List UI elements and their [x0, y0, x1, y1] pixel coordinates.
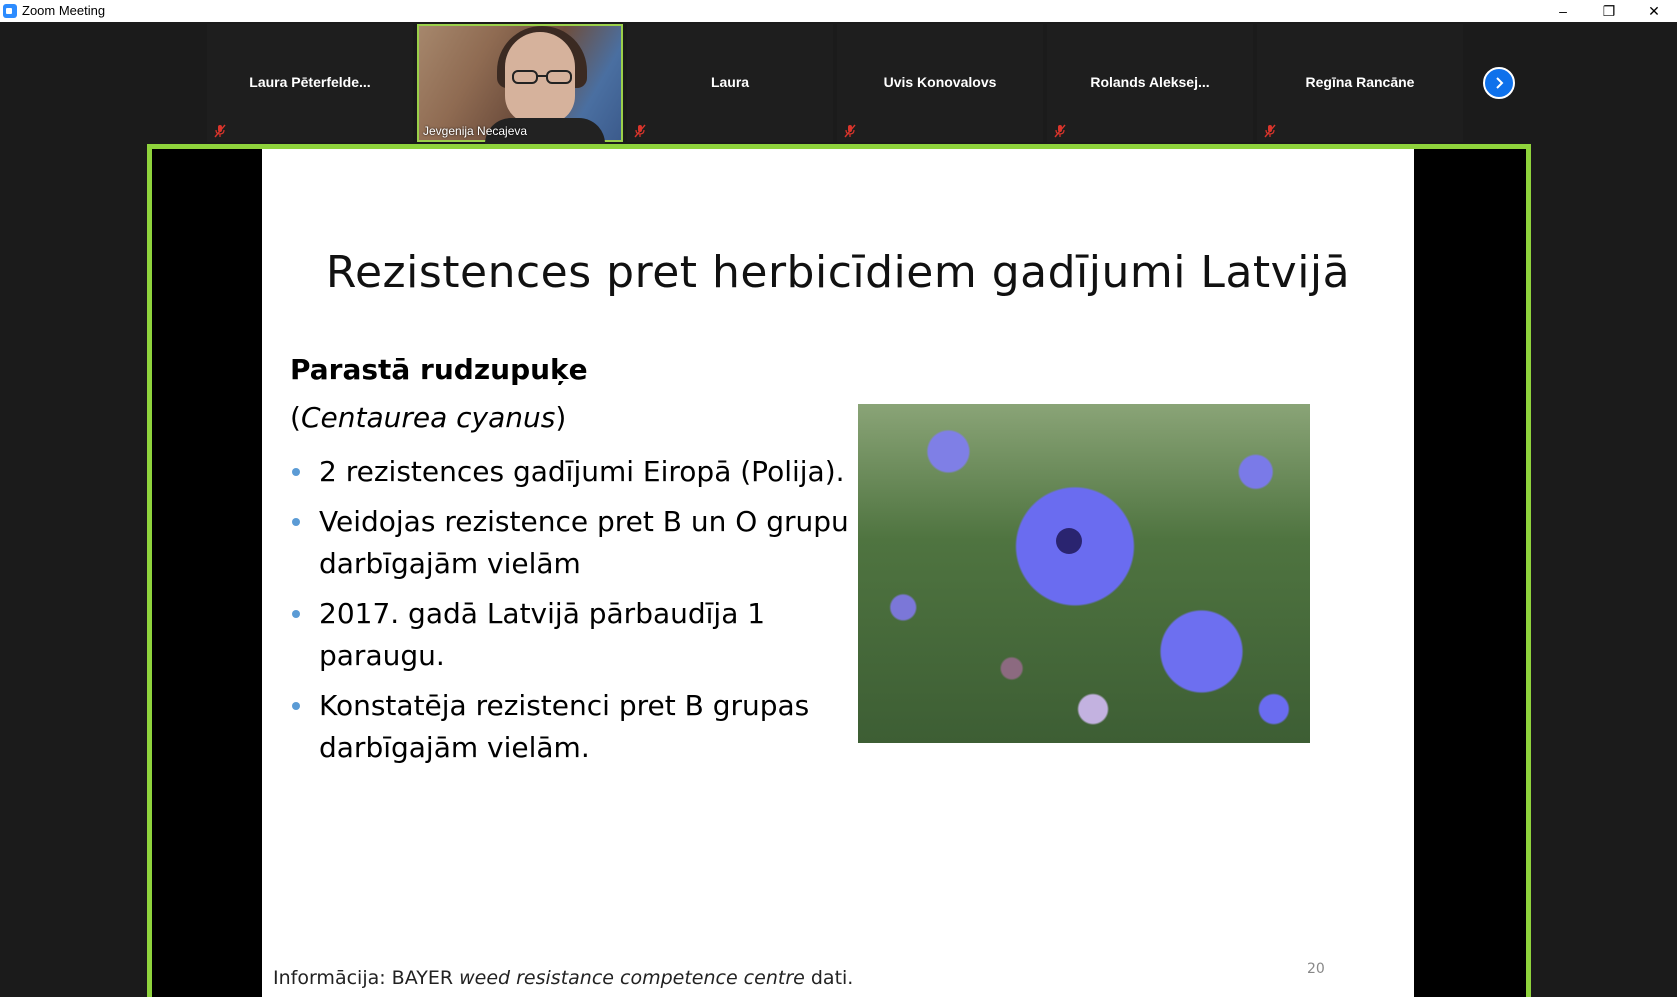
list-item: Veidojas rezistence pret B un O grupu da… [290, 501, 850, 585]
footer-italic: weed resistance competence centre [459, 967, 805, 989]
list-item: 2017. gadā Latvijā pārbaudīja 1 paraugu. [290, 593, 850, 677]
participant-name: Jevgenija Necajeva [423, 124, 528, 138]
list-item: 2 rezistences gadījumi Eiropā (Polija). [290, 451, 850, 493]
zoom-app-icon [3, 4, 17, 18]
latin-name: Centaurea cyanus [300, 401, 556, 434]
footer-suffix: dati. [804, 967, 854, 989]
participant-tile[interactable]: Uvis Konovalovs [837, 24, 1043, 142]
active-speaker-video-tile[interactable]: Jevgenija Necajeva [417, 24, 623, 144]
latin-name-line: (Centaurea cyanus) [290, 401, 566, 434]
latin-close-paren: ) [555, 401, 567, 434]
mic-muted-icon [1264, 124, 1276, 138]
title-bar: Zoom Meeting – ❐ ✕ [0, 0, 1677, 22]
participant-name: Laura Pēterfelde... [249, 74, 371, 90]
participant-name: Laura [710, 74, 750, 90]
presentation-slide: Rezistences pret herbicīdiem gadījumi La… [262, 149, 1414, 997]
mic-muted-icon [844, 124, 856, 138]
mic-muted-icon [634, 124, 646, 138]
minimize-button[interactable]: – [1540, 0, 1586, 22]
footer-prefix: Informācija: BAYER [273, 967, 460, 989]
close-button[interactable]: ✕ [1631, 0, 1677, 22]
mic-muted-icon [214, 124, 226, 138]
participant-name: Rolands Aleksej... [1090, 74, 1210, 90]
slide-page-number: 20 [1307, 961, 1325, 977]
participant-tile[interactable]: Rolands Aleksej... [1047, 24, 1253, 142]
glasses-shape [512, 70, 572, 84]
list-item: Konstatēja rezistenci pret B grupas darb… [290, 685, 850, 769]
mic-muted-icon [1054, 124, 1066, 138]
chevron-right-icon [1496, 77, 1504, 89]
slide-footer: Informācija: BAYER weed resistance compe… [273, 967, 853, 989]
participant-name: Uvis Konovalovs [883, 74, 997, 90]
participant-strip: Laura Pēterfelde... Jevgenija Necajeva L… [0, 22, 1677, 144]
cornflower-photo [858, 404, 1310, 743]
next-page-button[interactable] [1483, 67, 1515, 99]
slide-subtitle: Parastā rudzupuķe [290, 353, 588, 386]
latin-open-paren: ( [290, 401, 301, 434]
flower-center [1056, 528, 1082, 554]
participant-name: Regīna Rancāne [1305, 74, 1415, 90]
participant-tile[interactable]: Laura [627, 24, 833, 142]
participant-tile[interactable]: Laura Pēterfelde... [207, 24, 413, 142]
window-title: Zoom Meeting [22, 3, 106, 18]
slide-title: Rezistences pret herbicīdiem gadījumi La… [325, 247, 1351, 298]
participant-tile[interactable]: Regīna Rancāne [1257, 24, 1463, 142]
restore-button[interactable]: ❐ [1586, 0, 1632, 22]
bullet-list: 2 rezistences gadījumi Eiropā (Polija). … [290, 451, 850, 777]
